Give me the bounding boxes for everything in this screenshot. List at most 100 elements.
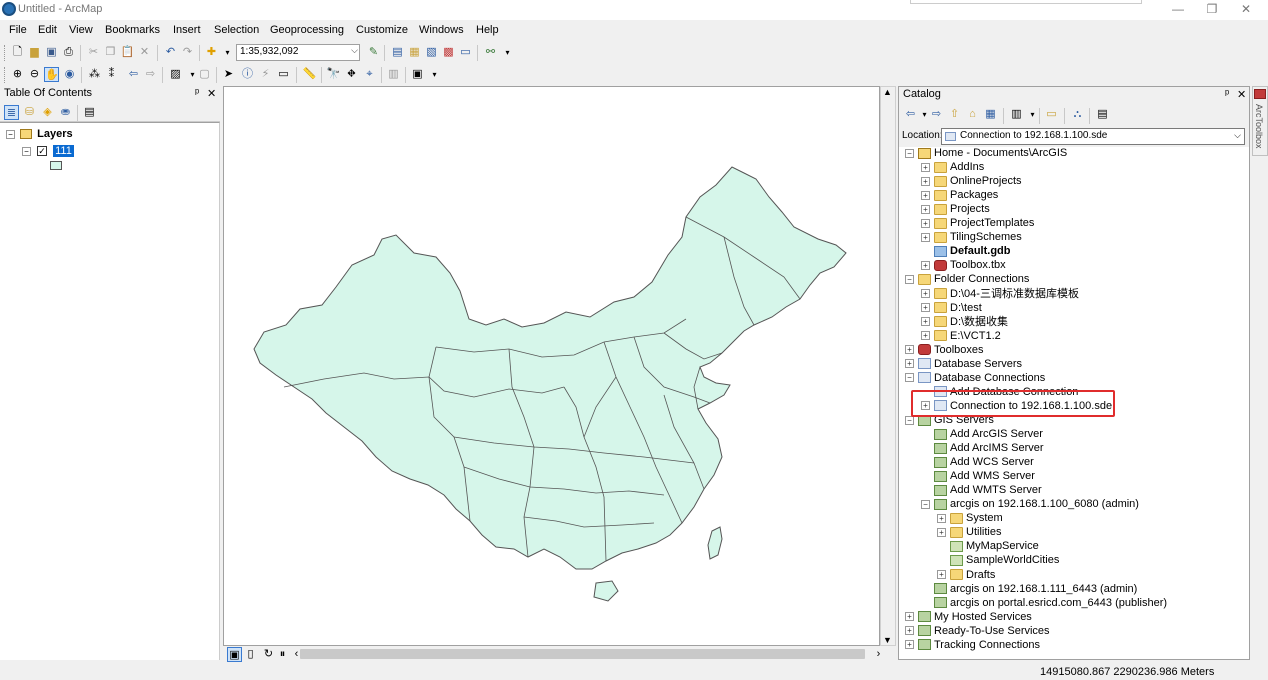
catalog-tree-item[interactable]: + Utilities (937, 525, 1001, 539)
toggle-contents-icon[interactable]: ▭ (1044, 107, 1059, 122)
time-slider-icon[interactable]: ▥ (386, 67, 401, 82)
catalog-tree-item[interactable]: + Drafts (937, 568, 995, 582)
list-by-visibility-icon[interactable]: ◈ (40, 105, 55, 120)
close-icon[interactable]: ✕ (207, 87, 216, 100)
toc-options-icon[interactable]: ▤ (82, 105, 97, 120)
data-view-icon[interactable]: ▣ (227, 647, 242, 662)
menu-view[interactable]: View (69, 24, 93, 36)
map-horizontal-scroll-thumb[interactable] (300, 649, 865, 659)
list-by-drawing-order-icon[interactable]: ≣ (4, 105, 19, 120)
search-window-icon[interactable]: ▧ (424, 45, 439, 60)
catalog-tree-item[interactable]: + Toolboxes (905, 343, 984, 357)
catalog-tree-item[interactable]: MyMapService (937, 539, 1039, 553)
catalog-tree-item[interactable]: Add ArcGIS Server (921, 427, 1043, 441)
expand-icon[interactable]: + (921, 303, 930, 313)
catalog-tree-item[interactable]: arcgis on 192.168.1.111_6443 (admin) (921, 582, 1137, 596)
map-vertical-scrollbar[interactable]: ▲ ▼ (880, 86, 896, 646)
map-scale-input[interactable]: 1:35,932,092 ⌵ (236, 44, 360, 61)
close-icon[interactable]: ✕ (1237, 88, 1246, 101)
cut-icon[interactable]: ✂ (86, 45, 101, 60)
collapse-icon[interactable]: − (905, 275, 914, 285)
location-input[interactable]: Connection to 192.168.1.100.sde ⌵ (941, 128, 1245, 145)
full-extent-icon[interactable]: ◉ (62, 67, 77, 82)
catalog-tree-item[interactable]: Add WCS Server (921, 455, 1034, 469)
delete-icon[interactable]: ✕ (137, 45, 152, 60)
expand-icon[interactable]: + (905, 640, 914, 650)
menu-windows[interactable]: Windows (419, 24, 464, 36)
layout-view-icon[interactable]: ▯ (243, 647, 258, 662)
layers-dataframe-row[interactable]: − Layers (6, 127, 73, 141)
menu-bookmarks[interactable]: Bookmarks (105, 24, 160, 36)
zoom-out-icon[interactable]: ⊖ (27, 67, 42, 82)
pause-drawing-icon[interactable]: ⏸ (275, 647, 290, 662)
catalog-window-icon[interactable]: ▦ (407, 45, 422, 60)
toolbar-options-icon[interactable]: ▾ (500, 45, 515, 60)
catalog-tree-item[interactable]: + AddIns (921, 160, 984, 174)
expand-icon[interactable]: + (921, 218, 930, 228)
catalog-tree-item[interactable]: + Tracking Connections (905, 638, 1040, 652)
find-icon[interactable]: 🔭 (326, 67, 341, 82)
layer-visibility-checkbox[interactable]: ✓ (37, 146, 48, 157)
catalog-tree-item[interactable]: + TilingSchemes (921, 230, 1022, 244)
collapse-icon[interactable]: − (921, 499, 930, 509)
pin-icon[interactable]: ᵖ (1225, 88, 1229, 100)
menu-customize[interactable]: Customize (356, 24, 408, 36)
menu-help[interactable]: Help (476, 24, 499, 36)
paste-icon[interactable]: 📋 (120, 45, 135, 60)
catalog-tree-item[interactable]: − Home - Documents\ArcGIS (905, 146, 1067, 160)
save-icon[interactable]: ▣ (44, 45, 59, 60)
new-document-icon[interactable]: 🗋 (10, 45, 25, 60)
expand-icon[interactable]: + (937, 570, 946, 580)
menu-selection[interactable]: Selection (214, 24, 259, 36)
expand-icon[interactable]: + (921, 317, 930, 327)
scroll-down-icon[interactable]: ▼ (883, 635, 892, 645)
catalog-tree-item[interactable]: Add WMTS Server (921, 483, 1042, 497)
collapse-icon[interactable]: − (905, 148, 914, 158)
python-window-icon[interactable]: ▭ (458, 45, 473, 60)
catalog-tree-item[interactable]: + Database Servers (905, 357, 1022, 371)
catalog-tree-item[interactable]: + ProjectTemplates (921, 216, 1034, 230)
catalog-tree-item[interactable]: + OnlineProjects (921, 174, 1022, 188)
map-view[interactable] (223, 86, 880, 646)
open-icon[interactable]: ▆ (27, 45, 42, 60)
expand-icon[interactable]: + (921, 176, 930, 186)
connect-folder-icon[interactable]: ▦ (983, 107, 998, 122)
views-dropdown-icon[interactable]: ▾ (1025, 107, 1040, 122)
menu-geoprocessing[interactable]: Geoprocessing (270, 24, 344, 36)
catalog-tree-item[interactable]: + E:\VCT1.2 (921, 329, 1001, 343)
title-search-box[interactable] (910, 0, 1142, 4)
expand-icon[interactable]: + (921, 232, 930, 242)
catalog-tree-item[interactable]: Add WMS Server (921, 469, 1035, 483)
menu-file[interactable]: File (9, 24, 27, 36)
modelbuilder-icon[interactable]: ⚯ (483, 45, 498, 60)
expand-icon[interactable]: + (921, 190, 930, 200)
expand-icon[interactable]: + (921, 260, 930, 270)
html-popup-icon[interactable]: ▭ (276, 67, 291, 82)
toolbar-options-icon[interactable]: ▾ (427, 67, 442, 82)
identify-icon[interactable]: ⓘ (240, 67, 255, 82)
expand-icon[interactable]: + (921, 331, 930, 341)
editor-toolbar-icon[interactable]: ✎ (366, 45, 381, 60)
catalog-tree-item[interactable]: − arcgis on 192.168.1.100_6080 (admin) (921, 497, 1139, 511)
toolbar-grip[interactable] (4, 45, 7, 61)
hyperlink-icon[interactable]: ⚡ (258, 67, 273, 82)
select-elements-icon[interactable]: ➤ (221, 67, 236, 82)
pin-icon[interactable]: ᵖ (195, 87, 199, 99)
catalog-tree-item[interactable]: + Projects (921, 202, 990, 216)
catalog-tree-item[interactable]: + System (937, 511, 1003, 525)
measure-icon[interactable]: 📏 (302, 67, 317, 82)
expand-icon[interactable]: + (905, 345, 914, 355)
layer-row[interactable]: − ✓ 111 (22, 144, 74, 158)
scroll-up-icon[interactable]: ▲ (883, 87, 892, 97)
catalog-tree-item[interactable]: + D:\数据收集 (921, 315, 1008, 329)
expand-icon[interactable]: + (905, 612, 914, 622)
expand-icon[interactable]: + (905, 626, 914, 636)
toolbar-grip[interactable] (4, 67, 7, 83)
expand-icon[interactable]: + (921, 289, 930, 299)
list-by-selection-icon[interactable]: ⛂ (58, 105, 73, 120)
collapse-icon[interactable]: − (6, 129, 15, 139)
collapse-icon[interactable]: − (905, 373, 914, 383)
expand-icon[interactable]: + (921, 204, 930, 214)
arctoolbox-icon[interactable]: ▩ (441, 45, 456, 60)
up-one-level-icon[interactable]: ⇧ (947, 107, 962, 122)
